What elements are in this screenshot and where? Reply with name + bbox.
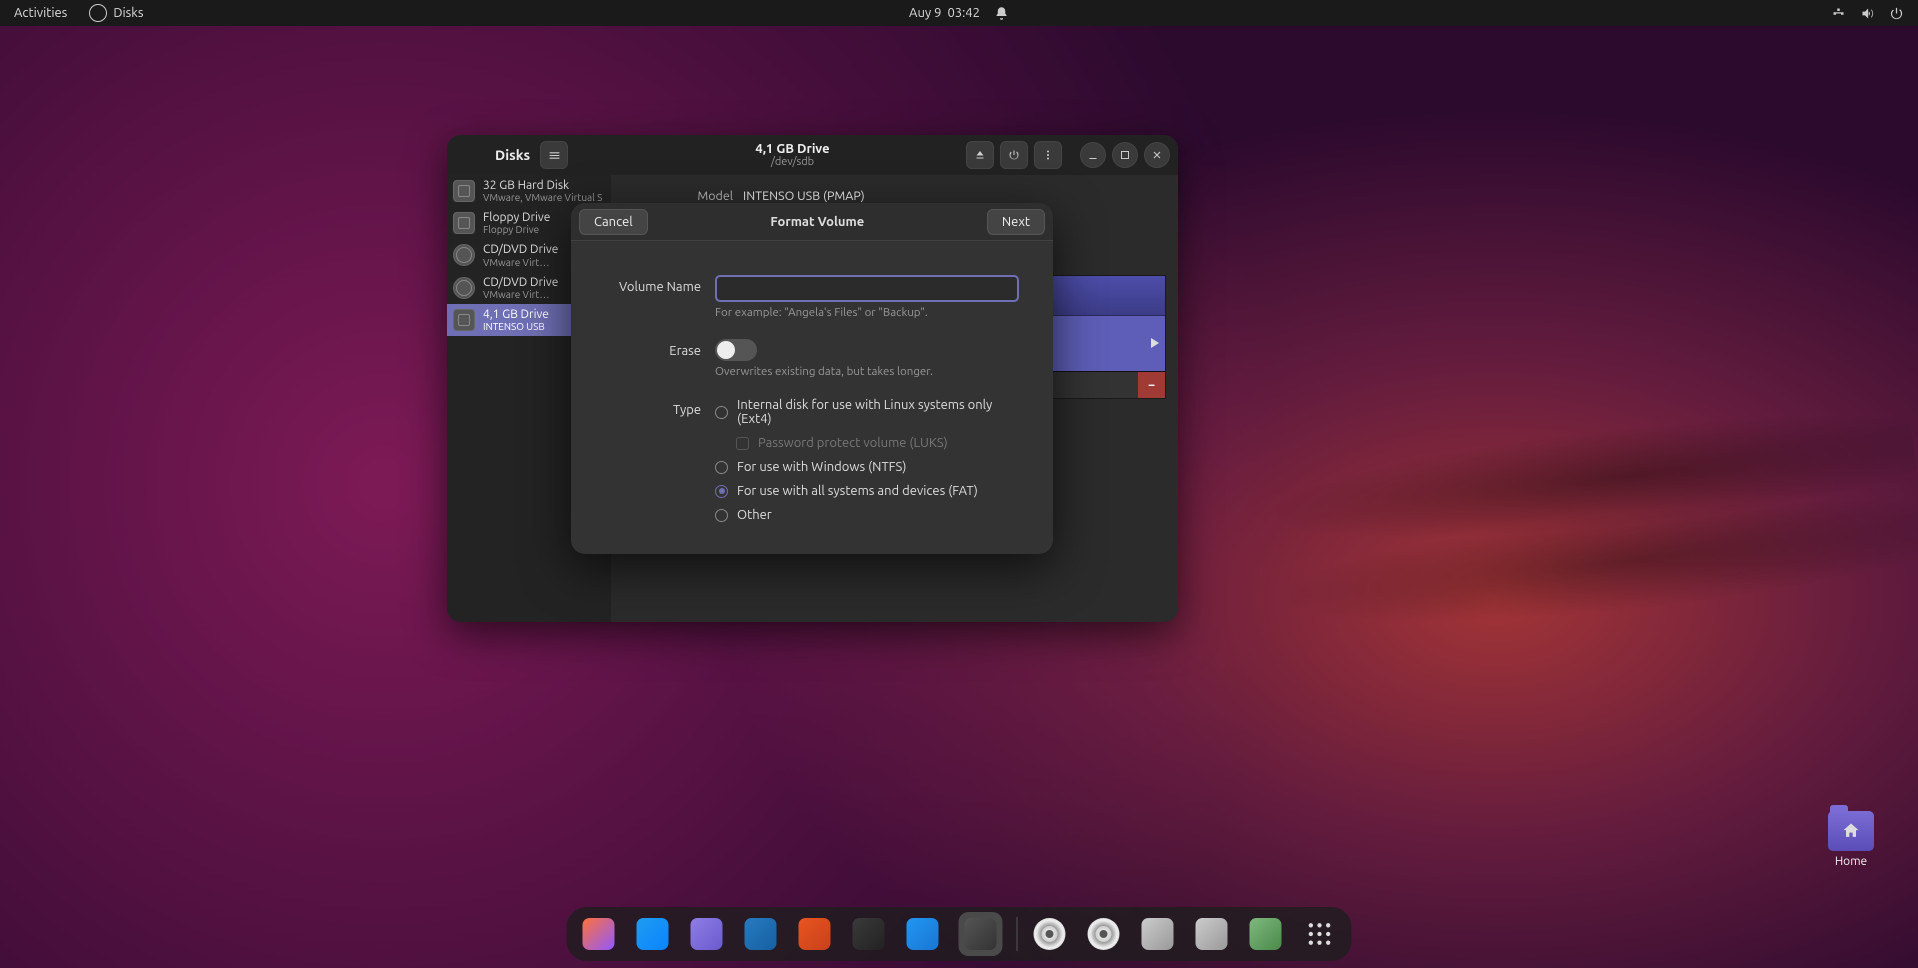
app-indicator[interactable]: Disks [89, 4, 143, 22]
dock-text[interactable] [1194, 916, 1230, 952]
dock-separator [1017, 917, 1018, 951]
dock-thunderbird[interactable] [635, 916, 671, 952]
dock-apps[interactable] [1302, 916, 1338, 952]
dock-help[interactable] [905, 916, 941, 952]
erase-toggle[interactable] [715, 339, 757, 361]
usb-icon [453, 309, 475, 331]
next-button[interactable]: Next [987, 209, 1045, 235]
dock-firefox[interactable] [581, 916, 617, 952]
volume-name-hint: For example: "Angela's Files" or "Backup… [715, 306, 1019, 319]
minimize-button[interactable] [1080, 142, 1106, 168]
disc-icon [453, 277, 475, 299]
dock-disc2[interactable] [1086, 916, 1122, 952]
type-radio-ntfs[interactable]: For use with Windows (NTFS) [715, 460, 1019, 474]
sidebar-title: Disks [495, 147, 530, 163]
delete-partition-button[interactable]: − [1138, 372, 1165, 398]
type-check-luks: Password protect volume (LUKS) [736, 436, 1019, 450]
power-icon[interactable] [1889, 6, 1904, 21]
dialog-title: Format Volume [648, 215, 987, 229]
dock-disks[interactable] [959, 912, 1003, 956]
eject-button[interactable] [966, 141, 994, 169]
dock-disc1[interactable] [1032, 916, 1068, 952]
erase-label: Erase [605, 339, 701, 358]
folder-icon [1828, 811, 1874, 851]
window-subtitle: /dev/sdb [771, 156, 814, 168]
power-off-button[interactable] [1000, 141, 1028, 169]
model-label: Model [633, 189, 733, 203]
dock-files[interactable] [689, 916, 725, 952]
desktop-home-label: Home [1835, 855, 1867, 868]
dock-writer[interactable] [743, 916, 779, 952]
dock-trash[interactable] [1248, 916, 1284, 952]
model-value: INTENSO USB (PMAP) [743, 189, 865, 203]
dock-software[interactable] [797, 916, 833, 952]
volume-icon[interactable] [1860, 6, 1875, 21]
mount-icon[interactable] [1151, 338, 1159, 348]
type-radio-other[interactable]: Other [715, 508, 1019, 522]
floppy-icon [453, 212, 475, 234]
desktop-home-icon[interactable]: Home [1828, 811, 1874, 868]
window-title: 4,1 GB Drive [755, 142, 829, 156]
type-radio-ext4[interactable]: Internal disk for use with Linux systems… [715, 398, 1019, 426]
format-volume-dialog: Cancel Format Volume Next Volume Name Fo… [571, 203, 1053, 554]
dock-rhythmbox[interactable] [851, 916, 887, 952]
title-bar: Disks 4,1 GB Drive /dev/sdb [447, 135, 1178, 175]
disc-icon [453, 244, 475, 266]
close-button[interactable] [1144, 142, 1170, 168]
cancel-button[interactable]: Cancel [579, 209, 648, 235]
network-icon[interactable] [1831, 6, 1846, 21]
hamburger-button[interactable] [540, 141, 568, 169]
volume-name-input[interactable] [715, 275, 1019, 302]
hdd-icon [453, 180, 475, 202]
activities-button[interactable]: Activities [14, 6, 67, 20]
erase-hint: Overwrites existing data, but takes long… [715, 365, 1019, 378]
notification-icon[interactable] [994, 6, 1009, 21]
dock [567, 907, 1352, 961]
type-radio-fat[interactable]: For use with all systems and devices (FA… [715, 484, 1019, 498]
drive-menu-button[interactable] [1034, 141, 1062, 169]
type-label: Type [605, 398, 701, 417]
volume-name-label: Volume Name [605, 275, 701, 294]
maximize-button[interactable] [1112, 142, 1138, 168]
clock-date[interactable]: Auy 9 03:42 [909, 6, 980, 20]
dock-usb[interactable] [1140, 916, 1176, 952]
top-bar: Activities Disks Auy 9 03:42 [0, 0, 1918, 26]
